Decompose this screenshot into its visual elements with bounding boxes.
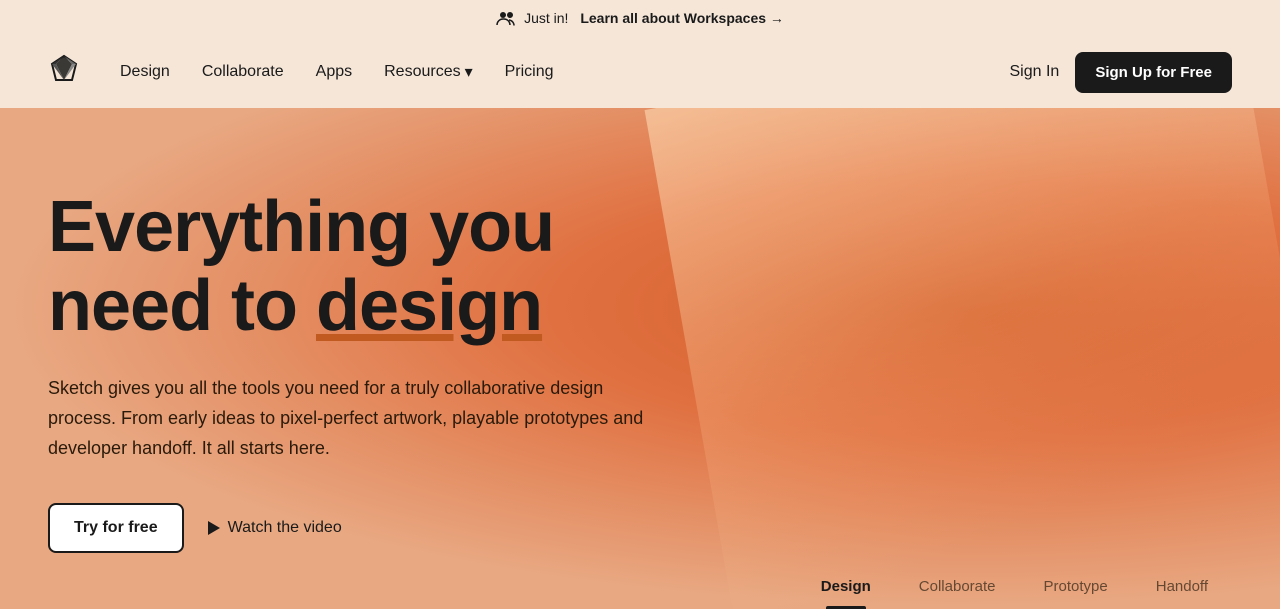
- signup-button[interactable]: Sign Up for Free: [1075, 52, 1232, 93]
- logo[interactable]: [48, 54, 80, 91]
- tab-design[interactable]: Design: [797, 564, 895, 609]
- try-free-button[interactable]: Try for free: [48, 503, 184, 553]
- chevron-down-icon: ▾: [465, 62, 473, 82]
- users-icon: [496, 10, 516, 26]
- nav-apps[interactable]: Apps: [316, 63, 352, 81]
- learn-workspaces-link[interactable]: Learn all about Workspaces →: [580, 10, 784, 26]
- play-icon: [208, 521, 220, 535]
- main-nav: Design Collaborate Apps Resources ▾ Pric…: [0, 36, 1280, 108]
- hero-cta: Try for free Watch the video: [48, 503, 702, 553]
- feature-tabs: Design Collaborate Prototype Handoff: [797, 564, 1280, 609]
- nav-resources[interactable]: Resources ▾: [384, 62, 473, 82]
- nav-links: Design Collaborate Apps Resources ▾ Pric…: [120, 62, 1010, 82]
- tab-handoff[interactable]: Handoff: [1132, 564, 1232, 609]
- hero-title: Everything you need to design: [48, 188, 702, 346]
- just-in-text: Just in!: [524, 10, 568, 26]
- tab-prototype[interactable]: Prototype: [1020, 564, 1132, 609]
- hero-section: Everything you need to design Sketch giv…: [0, 108, 1280, 609]
- nav-collaborate[interactable]: Collaborate: [202, 63, 284, 81]
- announcement-bar: Just in! Learn all about Workspaces →: [0, 0, 1280, 36]
- tab-collaborate[interactable]: Collaborate: [895, 564, 1020, 609]
- sign-in-button[interactable]: Sign In: [1010, 63, 1060, 81]
- nav-actions: Sign In Sign Up for Free: [1010, 52, 1233, 93]
- nav-design[interactable]: Design: [120, 63, 170, 81]
- hero-content: Everything you need to design Sketch giv…: [0, 108, 750, 553]
- watch-video-button[interactable]: Watch the video: [208, 519, 342, 537]
- hero-subtitle: Sketch gives you all the tools you need …: [48, 374, 668, 463]
- nav-pricing[interactable]: Pricing: [505, 63, 554, 81]
